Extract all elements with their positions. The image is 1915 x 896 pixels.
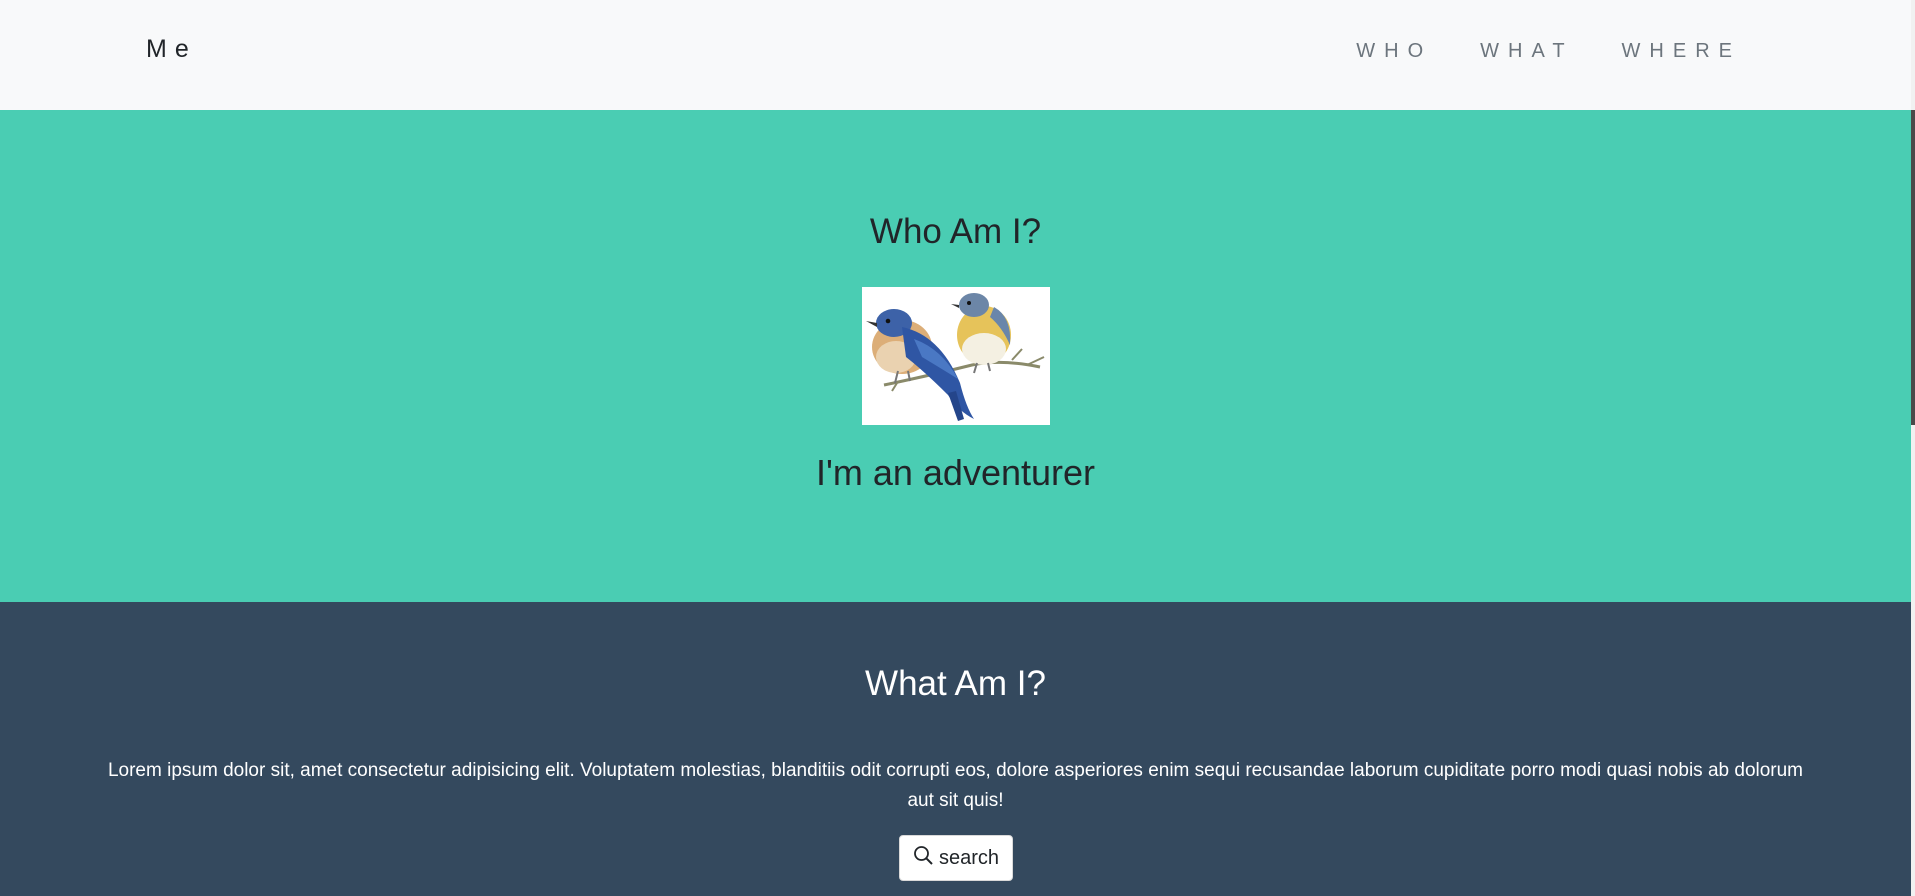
- what-paragraph: Lorem ipsum dolor sit, amet consectetur …: [107, 760, 1804, 811]
- search-button-label: search: [938, 846, 1000, 869]
- bird-image: [862, 287, 1050, 425]
- nav-links: WHO WHAT WHERE: [1356, 40, 1741, 63]
- search-icon: [913, 845, 933, 871]
- page-scrollbar[interactable]: [1911, 0, 1915, 896]
- who-title: Who Am I?: [869, 212, 1042, 251]
- what-section: What Am I? Lorem ipsum dolor sit, amet c…: [0, 602, 1911, 896]
- what-title: What Am I?: [865, 664, 1046, 703]
- navbar-brand[interactable]: Me: [146, 35, 197, 64]
- who-section: Who Am I? I'm an adventurer: [0, 110, 1911, 602]
- nav-link-what[interactable]: WHAT: [1480, 40, 1573, 63]
- scrollbar-thumb[interactable]: [1911, 110, 1915, 425]
- nav-link-where[interactable]: WHERE: [1622, 40, 1741, 63]
- nav-link-who[interactable]: WHO: [1356, 40, 1432, 63]
- page: Me WHO WHAT WHERE Who Am I? I'm an adven…: [0, 0, 1915, 896]
- navbar: Me WHO WHAT WHERE: [0, 0, 1911, 110]
- search-button[interactable]: search: [899, 835, 1013, 881]
- bluebirds-illustration: [866, 293, 1045, 421]
- who-tagline: I'm an adventurer: [815, 452, 1096, 493]
